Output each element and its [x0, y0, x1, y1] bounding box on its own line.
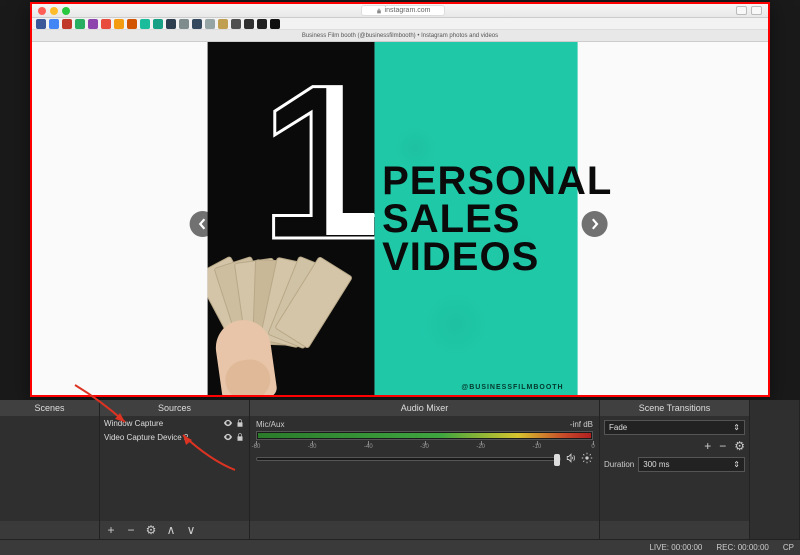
bookmarks-bar	[32, 18, 768, 30]
visibility-eye-icon[interactable]	[223, 432, 233, 442]
bookmark-favicon	[205, 19, 215, 29]
stepper-icon[interactable]: ⇕	[733, 460, 740, 469]
duration-value: 300 ms	[643, 460, 669, 469]
bookmark-favicon	[88, 19, 98, 29]
scene-transitions-panel: Scene Transitions Fade ⇕ + − ⚙ Duration …	[600, 400, 750, 539]
bookmark-favicon	[270, 19, 280, 29]
carousel-next-button	[582, 211, 608, 237]
traffic-close-icon	[38, 7, 46, 15]
meter-tick-label: -10	[532, 444, 541, 450]
sources-panel[interactable]: Sources Window Capture Video Capture Devi…	[100, 400, 250, 539]
headline-line-2: SALES	[382, 200, 577, 238]
source-name: Window Capture	[104, 419, 163, 428]
bookmark-favicon	[153, 19, 163, 29]
sources-footer: + − ⚙ ∧ ∨	[100, 521, 249, 539]
instagram-post: 1 1 PERSONAL SALES VIDEOS @BUSINESSFILMB…	[208, 42, 578, 395]
bookmark-favicon	[114, 19, 124, 29]
chevron-right-icon	[589, 218, 601, 230]
scenes-panel: Scenes	[0, 400, 100, 539]
bottom-dock: Scenes Sources Window Capture Video Captu…	[0, 400, 800, 539]
source-down-button[interactable]: ∨	[184, 523, 198, 537]
bookmark-favicon	[62, 19, 72, 29]
audio-mixer-panel: Audio Mixer Mic/Aux -inf dB -60 -50 -40 -30…	[250, 400, 600, 539]
tabs-icon	[751, 6, 762, 15]
bookmark-favicon	[218, 19, 228, 29]
source-row[interactable]: Window Capture	[100, 416, 249, 430]
url-text: instagram.com	[385, 7, 431, 14]
duration-label: Duration	[604, 460, 634, 469]
meter-tick-label: -60	[252, 444, 261, 450]
lock-icon	[376, 8, 382, 14]
mac-titlebar: instagram.com	[32, 4, 768, 18]
headline-line-3: VIDEOS	[382, 238, 577, 276]
bookmark-favicon	[192, 19, 202, 29]
scenes-footer	[0, 521, 99, 539]
mixer-settings-icon[interactable]	[581, 452, 593, 466]
bookmark-favicon	[127, 19, 137, 29]
captured-browser-window: instagram.com Business Film booth (@busi…	[30, 2, 770, 397]
source-settings-button[interactable]: ⚙	[144, 523, 158, 537]
page-content: 1 1 PERSONAL SALES VIDEOS @BUSINESSFILMB…	[32, 42, 768, 395]
source-name: Video Capture Device 2	[104, 433, 188, 442]
speaker-icon[interactable]	[565, 452, 577, 466]
traffic-max-icon	[62, 7, 70, 15]
chevron-updown-icon: ⇕	[733, 423, 740, 432]
address-bar: instagram.com	[74, 5, 732, 16]
lock-icon[interactable]	[235, 418, 245, 428]
post-right-panel: PERSONAL SALES VIDEOS @BUSINESSFILMBOOTH	[374, 42, 577, 395]
rec-timer: REC: 00:00:00	[716, 543, 768, 552]
live-timer: LIVE: 00:00:00	[649, 543, 702, 552]
bookmark-favicon	[101, 19, 111, 29]
bookmark-favicon	[166, 19, 176, 29]
bookmark-favicon	[231, 19, 241, 29]
remove-source-button[interactable]: −	[124, 523, 138, 537]
source-row[interactable]: Video Capture Device 2	[100, 430, 249, 444]
traffic-min-icon	[50, 7, 58, 15]
transitions-header: Scene Transitions	[600, 400, 749, 416]
meter-tick-label: -30	[420, 444, 429, 450]
bookmark-favicon	[257, 19, 267, 29]
lock-icon[interactable]	[235, 432, 245, 442]
bookmark-favicon	[140, 19, 150, 29]
audio-meter	[256, 431, 593, 440]
bookmark-favicon	[36, 19, 46, 29]
money-hand-graphic	[208, 240, 338, 395]
meter-tick-label: -50	[308, 444, 317, 450]
handle-text: @BUSINESSFILMBOOTH	[461, 384, 563, 391]
mixer-level-readout: -inf dB	[570, 420, 593, 429]
headline-line-1: PERSONAL	[382, 162, 577, 200]
cpu-readout: CP	[783, 543, 794, 552]
transition-selected-label: Fade	[609, 423, 627, 432]
scenes-header: Scenes	[0, 400, 99, 416]
add-source-button[interactable]: +	[104, 523, 118, 537]
transition-settings-button[interactable]: ⚙	[734, 439, 745, 453]
mixer-channel-label: Mic/Aux	[256, 420, 284, 429]
transition-select[interactable]: Fade ⇕	[604, 420, 745, 435]
bookmark-favicon	[179, 19, 189, 29]
tab-title: Business Film booth (@businessfilmbooth)…	[302, 33, 498, 39]
browser-tab: Business Film booth (@businessfilmbooth)…	[32, 30, 768, 42]
bookmark-favicon	[75, 19, 85, 29]
sources-header: Sources	[100, 400, 249, 416]
source-up-button[interactable]: ∧	[164, 523, 178, 537]
mixer-header: Audio Mixer	[250, 400, 599, 416]
meter-tick-label: -20	[476, 444, 485, 450]
bookmark-favicon	[244, 19, 254, 29]
post-left-panel: 1 1	[208, 42, 375, 395]
controls-panel	[750, 400, 800, 539]
visibility-eye-icon[interactable]	[223, 418, 233, 428]
meter-tick-label: 0	[591, 444, 594, 450]
duration-input[interactable]: 300 ms ⇕	[638, 457, 745, 472]
status-bar: LIVE: 00:00:00 REC: 00:00:00 CP	[0, 539, 800, 555]
transition-remove-button[interactable]: −	[719, 439, 726, 453]
meter-tick-label: -40	[364, 444, 373, 450]
share-icon	[736, 6, 747, 15]
transition-add-button[interactable]: +	[704, 439, 711, 453]
bookmark-favicon	[49, 19, 59, 29]
preview-area: instagram.com Business Film booth (@busi…	[0, 0, 800, 400]
volume-slider[interactable]	[256, 457, 561, 461]
